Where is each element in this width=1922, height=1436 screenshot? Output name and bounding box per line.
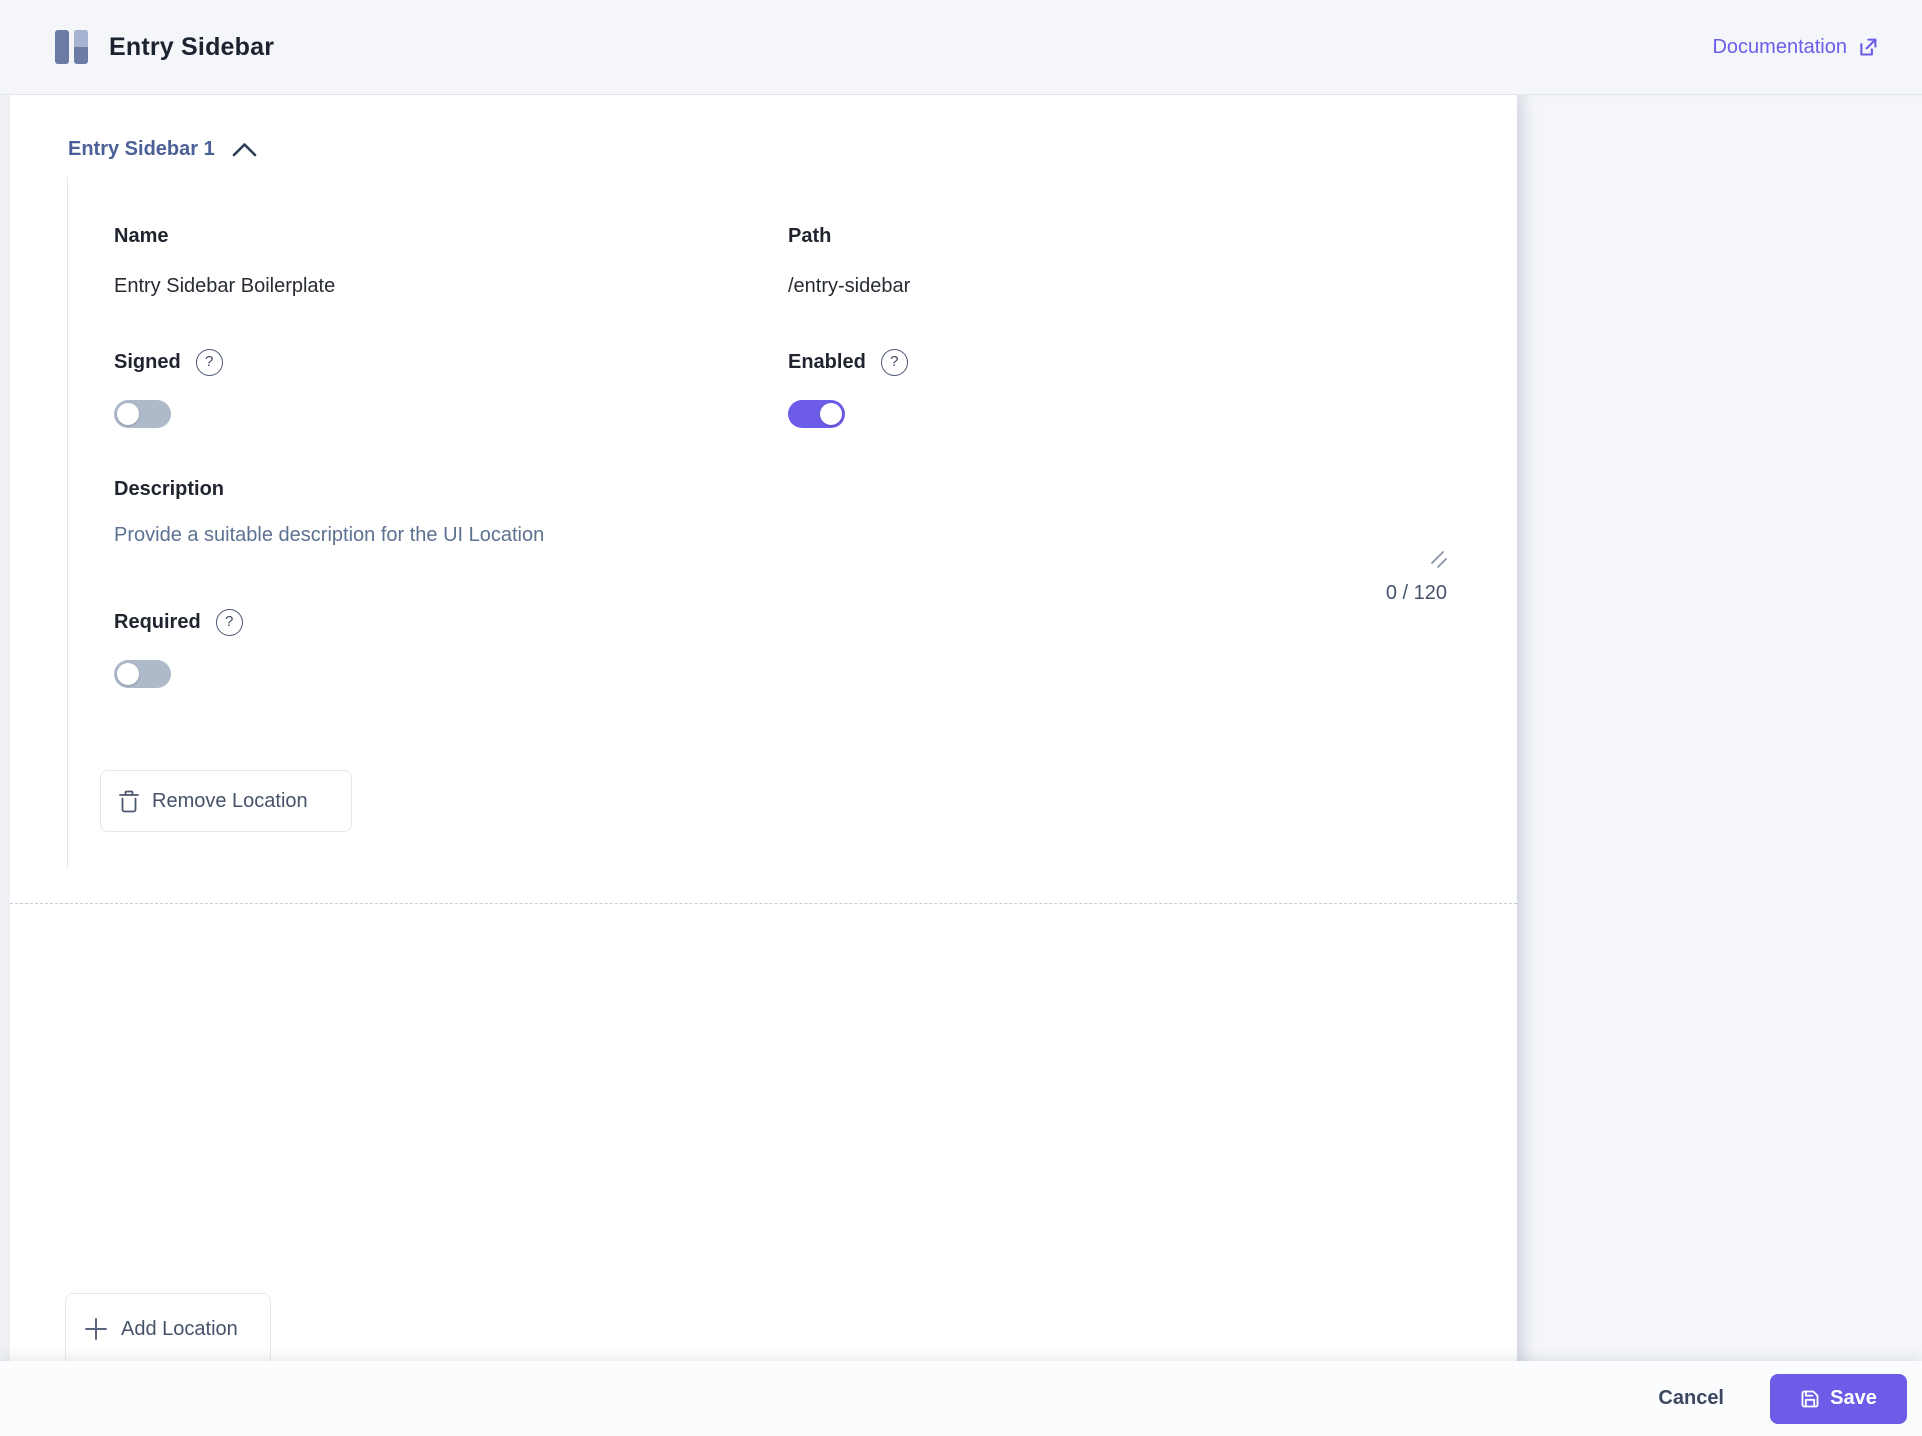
documentation-link-label: Documentation <box>1712 36 1847 59</box>
signed-help-icon[interactable]: ? <box>196 349 223 376</box>
description-char-counter: 0 / 120 <box>1386 582 1447 605</box>
entry-sidebar-app-icon <box>55 30 88 64</box>
plus-icon <box>84 1317 108 1341</box>
required-toggle-knob <box>117 663 139 685</box>
add-location-label: Add Location <box>121 1318 238 1341</box>
enabled-label-text: Enabled <box>788 347 866 377</box>
save-button-label: Save <box>1830 1387 1877 1410</box>
save-button[interactable]: Save <box>1770 1374 1907 1424</box>
required-help-icon[interactable]: ? <box>216 609 243 636</box>
app-header: Entry Sidebar Documentation <box>0 0 1922 95</box>
required-label-text: Required <box>114 607 201 637</box>
header-title-group: Entry Sidebar <box>55 30 274 64</box>
remove-location-button[interactable]: Remove Location <box>100 770 352 832</box>
cancel-button[interactable]: Cancel <box>1658 1387 1724 1410</box>
signed-label-text: Signed <box>114 347 181 377</box>
section-guide-line <box>67 177 68 868</box>
documentation-link[interactable]: Documentation <box>1712 36 1878 59</box>
enabled-field-label: Enabled ? <box>788 347 908 377</box>
locations-separator <box>10 903 1517 904</box>
page-title: Entry Sidebar <box>109 33 274 62</box>
signed-toggle[interactable] <box>114 400 171 428</box>
remove-location-label: Remove Location <box>152 790 308 813</box>
chevron-up-icon[interactable] <box>232 142 257 157</box>
description-field-label: Description <box>114 474 224 504</box>
add-location-button[interactable]: Add Location <box>65 1293 271 1365</box>
name-field-label: Name <box>114 221 168 251</box>
enabled-toggle-knob <box>820 403 842 425</box>
required-toggle[interactable] <box>114 660 171 688</box>
path-field-label: Path <box>788 221 831 251</box>
location-section-header[interactable]: Entry Sidebar 1 <box>68 135 257 163</box>
name-field-value: Entry Sidebar Boilerplate <box>114 272 335 300</box>
enabled-toggle[interactable] <box>788 400 845 428</box>
signed-field-label: Signed ? <box>114 347 223 377</box>
required-field-label: Required ? <box>114 607 243 637</box>
footer-action-bar: Cancel Save <box>0 1361 1922 1436</box>
external-link-icon <box>1857 37 1878 58</box>
trash-icon <box>119 790 139 813</box>
textarea-resize-handle[interactable] <box>1424 551 1448 569</box>
signed-toggle-knob <box>117 403 139 425</box>
enabled-help-icon[interactable]: ? <box>881 349 908 376</box>
save-disk-icon <box>1800 1389 1820 1409</box>
path-field-value: /entry-sidebar <box>788 272 910 300</box>
ui-locations-panel: Entry Sidebar 1 Name Path Entry Sidebar … <box>10 95 1517 1436</box>
description-textarea[interactable] <box>114 515 1447 573</box>
side-panel-background <box>1517 95 1922 1436</box>
location-section-title: Entry Sidebar 1 <box>68 138 215 161</box>
